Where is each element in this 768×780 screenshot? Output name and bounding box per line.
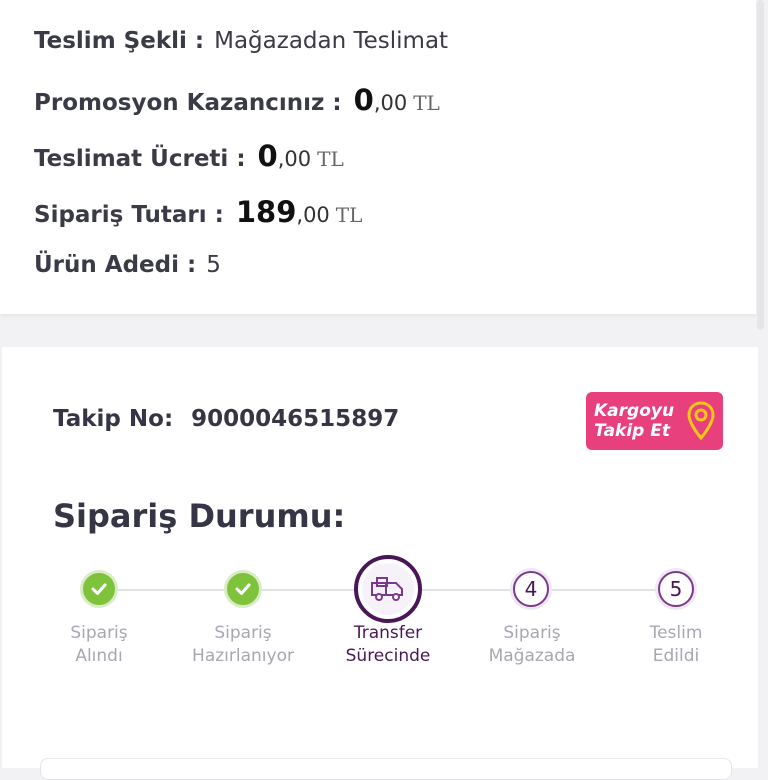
item-count-value: 5 [206,252,221,278]
promotion-currency: TL [413,91,440,115]
next-section-card [40,758,732,780]
tracking-number: 9000046515897 [191,406,400,432]
step-5-label-line1: Teslim [649,623,703,643]
promotion-decimal: ,00 [373,91,408,115]
step-1-label-line2: Alındı [75,646,123,666]
step-2-check-icon [224,570,262,608]
step-1-label-line1: Sipariş [70,623,128,643]
track-shipment-button[interactable]: Kargoyu Takip Et [586,392,723,450]
order-total-currency: TL [335,203,363,227]
order-total-label: Sipariş Tutarı : [34,202,224,228]
promotion-label: Promosyon Kazancınız : [34,90,342,116]
step-1-check-icon [80,570,118,608]
step-4-label-line2: Mağazada [488,646,576,666]
track-shipment-label-line1: Kargoyu [594,401,675,421]
step-2-label-line1: Sipariş [214,623,272,643]
delivery-fee-amount: 0 [257,139,278,173]
delivery-fee-row: Teslimat Ücreti : 0 ,00 TL [34,139,344,173]
step-4-number: 4 [513,571,549,607]
order-total-amount: 189 [235,195,297,229]
step-2-label-line2: Hazırlanıyor [192,646,294,666]
tracking-label: Takip No: [53,406,174,432]
delivery-fee-decimal: ,00 [277,147,312,171]
step-5-number: 5 [658,571,694,607]
step-5-label: Teslim Edildi [611,622,741,668]
delivery-method-value: Mağazadan Teslimat [214,28,449,54]
order-status-title: Sipariş Durumu: [53,497,346,535]
step-3-current [354,555,422,623]
step-3-label-line1: Transfer [353,623,423,643]
item-count-row: Ürün Adedi : 5 [34,252,221,286]
step-3-label-line2: Sürecinde [345,646,431,666]
order-total-row: Sipariş Tutarı : 189 ,00 TL [34,195,362,229]
item-count-label: Ürün Adedi : [34,252,197,278]
promotion-row: Promosyon Kazancınız : 0 ,00 TL [34,83,440,117]
step-4-label-line1: Sipariş [503,623,561,643]
step-5-label-line2: Edildi [652,646,700,666]
delivery-fee-label: Teslimat Ücreti : [34,146,246,172]
order-total-decimal: ,00 [296,203,330,227]
delivery-method-row: Teslim Şekli : Mağazadan Teslimat [34,28,448,62]
scrollbar[interactable] [757,0,764,330]
promotion-amount: 0 [353,83,374,117]
delivery-fee-currency: TL [317,147,344,171]
step-4-label: Sipariş Mağazada [467,622,597,668]
truck-icon [371,577,403,601]
track-shipment-label-line2: Takip Et [594,421,671,441]
tracking-row: Takip No: 9000046515897 [53,406,399,436]
location-pin-icon [687,401,715,441]
track-shipment-label: Kargoyu Takip Et [594,401,674,441]
step-3-label: Transfer Sürecinde [323,622,453,668]
delivery-method-label: Teslim Şekli : [34,28,205,54]
step-2-label: Sipariş Hazırlanıyor [178,622,308,668]
step-1-label: Sipariş Alındı [34,622,164,668]
